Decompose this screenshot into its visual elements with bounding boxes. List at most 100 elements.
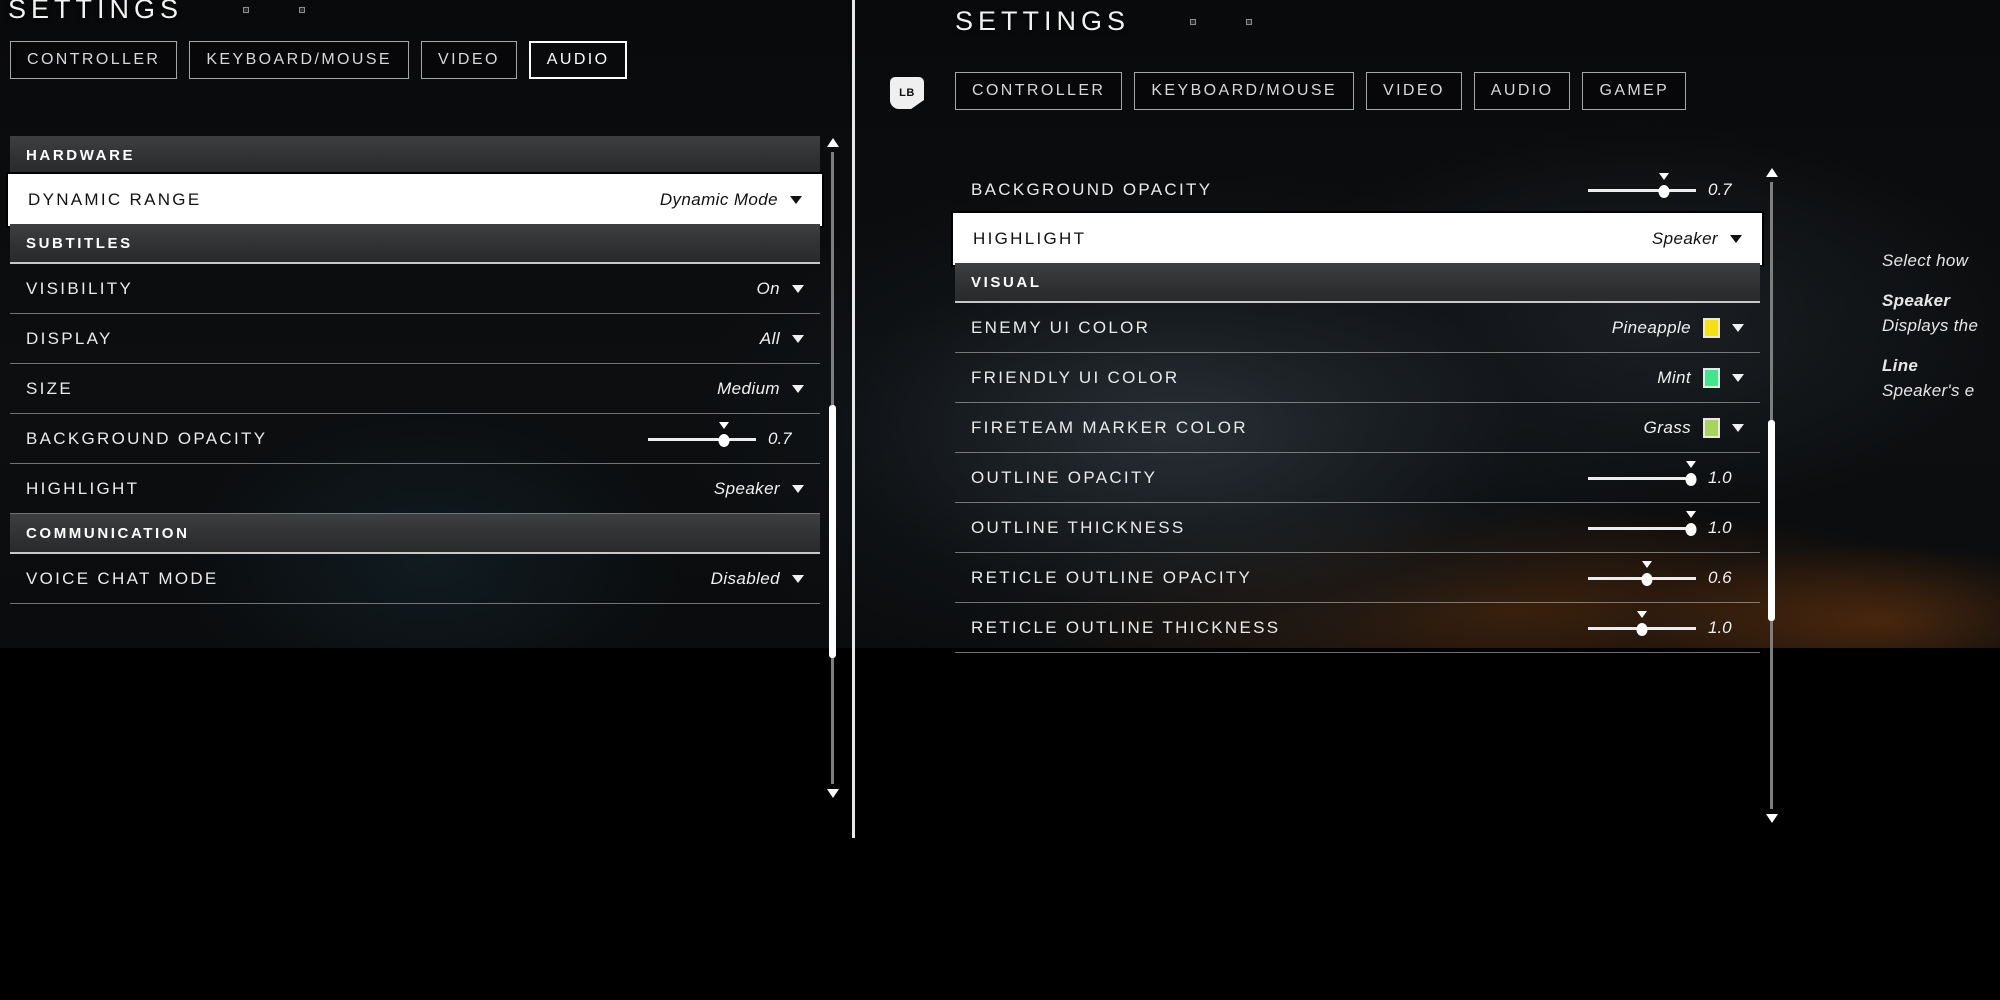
color-swatch: [1703, 317, 1720, 338]
description-text: Speaker's e: [1882, 381, 1975, 400]
tab-keyboard-mouse[interactable]: KEYBOARD/MOUSE: [189, 41, 409, 79]
right-tab-bar: CONTROLLER KEYBOARD/MOUSE VIDEO AUDIO GAMEP: [955, 72, 1687, 110]
setting-row[interactable]: BACKGROUND OPACITY 0.7: [955, 165, 1760, 215]
setting-row[interactable]: BACKGROUND OPACITY 0.7: [10, 414, 820, 464]
scroll-down-arrow-icon[interactable]: [1766, 814, 1778, 823]
right-scrollbar[interactable]: [1765, 168, 1779, 823]
setting-row[interactable]: FRIENDLY UI COLOR Mint: [955, 353, 1760, 403]
setting-row[interactable]: OUTLINE THICKNESS 1.0: [955, 503, 1760, 553]
slider-tick-marker: [1642, 560, 1653, 568]
chevron-down-icon[interactable]: [1730, 235, 1742, 243]
left-scrollbar[interactable]: [826, 138, 840, 798]
setting-control: Grass: [1644, 417, 1744, 438]
chevron-down-icon[interactable]: [1732, 323, 1744, 332]
section-header: SUBTITLES: [10, 224, 820, 264]
setting-label: FRIENDLY UI COLOR: [971, 367, 1180, 387]
setting-label: BACKGROUND OPACITY: [971, 179, 1213, 199]
chevron-down-icon[interactable]: [790, 196, 802, 204]
setting-label: VOICE CHAT MODE: [26, 568, 219, 588]
setting-label: VISUAL: [971, 273, 1042, 291]
setting-row[interactable]: RETICLE OUTLINE OPACITY 0.6: [955, 553, 1760, 603]
scrollbar-thumb[interactable]: [829, 404, 836, 658]
slider-control[interactable]: [648, 421, 756, 449]
description-text: Displays the: [1882, 316, 1979, 335]
tab-audio[interactable]: AUDIO: [528, 41, 628, 79]
left-settings-list: HARDWARE DYNAMIC RANGE Dynamic Mode SUBTITL…: [6, 136, 824, 604]
setting-row[interactable]: HIGHLIGHT Speaker: [10, 464, 820, 514]
setting-row[interactable]: OUTLINE OPACITY 1.0: [955, 453, 1760, 503]
slider-control[interactable]: [1588, 172, 1696, 200]
slider-value: 1.0: [1708, 617, 1732, 637]
slider-tick-marker: [1685, 460, 1696, 468]
setting-row[interactable]: HIGHLIGHT Speaker: [951, 211, 1764, 267]
tab-video[interactable]: VIDEO: [421, 41, 517, 79]
setting-label: VISIBILITY: [26, 278, 134, 298]
slider-handle[interactable]: [1685, 522, 1697, 536]
tab-gamep[interactable]: GAMEP: [1582, 72, 1687, 110]
slider-handle[interactable]: [1685, 472, 1697, 486]
tab-video[interactable]: VIDEO: [1366, 72, 1462, 110]
slider-tick-marker: [718, 421, 729, 429]
setting-label: DISPLAY: [26, 328, 113, 348]
scrollbar-thumb[interactable]: [1768, 420, 1775, 621]
slider-handle[interactable]: [1636, 622, 1648, 636]
chevron-down-icon[interactable]: [1732, 373, 1744, 382]
scroll-down-arrow-icon[interactable]: [827, 789, 839, 798]
setting-row[interactable]: VISIBILITY On: [10, 264, 820, 314]
tab-keyboard-mouse[interactable]: KEYBOARD/MOUSE: [1134, 72, 1354, 110]
slider-handle[interactable]: [718, 433, 730, 447]
slider-control[interactable]: [1588, 460, 1697, 488]
slider-tick-marker: [1685, 510, 1696, 518]
setting-control: Medium: [717, 379, 804, 399]
tab-audio[interactable]: AUDIO: [1473, 72, 1571, 110]
tab-label: GAMEP: [1599, 82, 1670, 99]
slider-track: [1588, 526, 1696, 530]
left-title-dots: [243, 6, 306, 13]
setting-control: All: [760, 329, 804, 349]
chevron-down-icon[interactable]: [792, 574, 804, 583]
setting-label: ENEMY UI COLOR: [971, 317, 1151, 337]
setting-label: HIGHLIGHT: [26, 478, 140, 498]
slider-value: 0.6: [1708, 567, 1732, 587]
setting-row[interactable]: DYNAMIC RANGE Dynamic Mode: [6, 172, 824, 228]
chevron-down-icon[interactable]: [792, 334, 804, 343]
slider-tick-marker: [1637, 610, 1647, 618]
section-header: COMMUNICATION: [10, 514, 820, 554]
setting-row[interactable]: VOICE CHAT MODE Disabled: [10, 554, 820, 604]
setting-control: 1.0: [1588, 610, 1744, 638]
setting-control: 1.0: [1588, 510, 1744, 538]
setting-value: Medium: [717, 378, 780, 398]
setting-row[interactable]: DISPLAY All: [10, 314, 820, 364]
setting-row[interactable]: SIZE Medium: [10, 364, 820, 414]
slider-control[interactable]: [1588, 610, 1696, 638]
chevron-down-icon[interactable]: [792, 384, 804, 393]
slider-tick-marker: [1658, 172, 1669, 180]
setting-control: Speaker: [1652, 229, 1742, 249]
setting-label: OUTLINE THICKNESS: [971, 517, 1186, 537]
tab-label: CONTROLLER: [972, 82, 1106, 99]
setting-row[interactable]: ENEMY UI COLOR Pineapple: [955, 303, 1760, 353]
chevron-down-icon[interactable]: [792, 484, 804, 493]
slider-handle[interactable]: [1658, 184, 1670, 198]
color-swatch: [1703, 417, 1720, 438]
tab-controller[interactable]: CONTROLLER: [10, 41, 178, 79]
setting-control: Disabled: [711, 569, 804, 589]
scroll-up-arrow-icon[interactable]: [827, 138, 839, 147]
setting-label: COMMUNICATION: [26, 524, 190, 542]
chevron-down-icon[interactable]: [792, 284, 804, 293]
setting-row[interactable]: RETICLE OUTLINE THICKNESS 1.0: [955, 603, 1760, 653]
slider-handle[interactable]: [1641, 572, 1653, 586]
scroll-up-arrow-icon[interactable]: [1766, 168, 1778, 177]
setting-label: SIZE: [26, 378, 73, 398]
slider-control[interactable]: [1588, 560, 1696, 588]
setting-control: 0.6: [1588, 560, 1744, 588]
setting-row[interactable]: FIRETEAM MARKER COLOR Grass: [955, 403, 1760, 453]
tab-controller[interactable]: CONTROLLER: [955, 72, 1123, 110]
slider-control[interactable]: [1588, 510, 1697, 538]
description-text: Select how: [1882, 251, 1969, 270]
chevron-down-icon[interactable]: [1732, 423, 1744, 432]
setting-value: Speaker: [713, 478, 780, 498]
panel-divider: [852, 0, 855, 838]
right-page-title: SETTINGS: [955, 6, 1131, 36]
slider-track: [648, 437, 756, 441]
